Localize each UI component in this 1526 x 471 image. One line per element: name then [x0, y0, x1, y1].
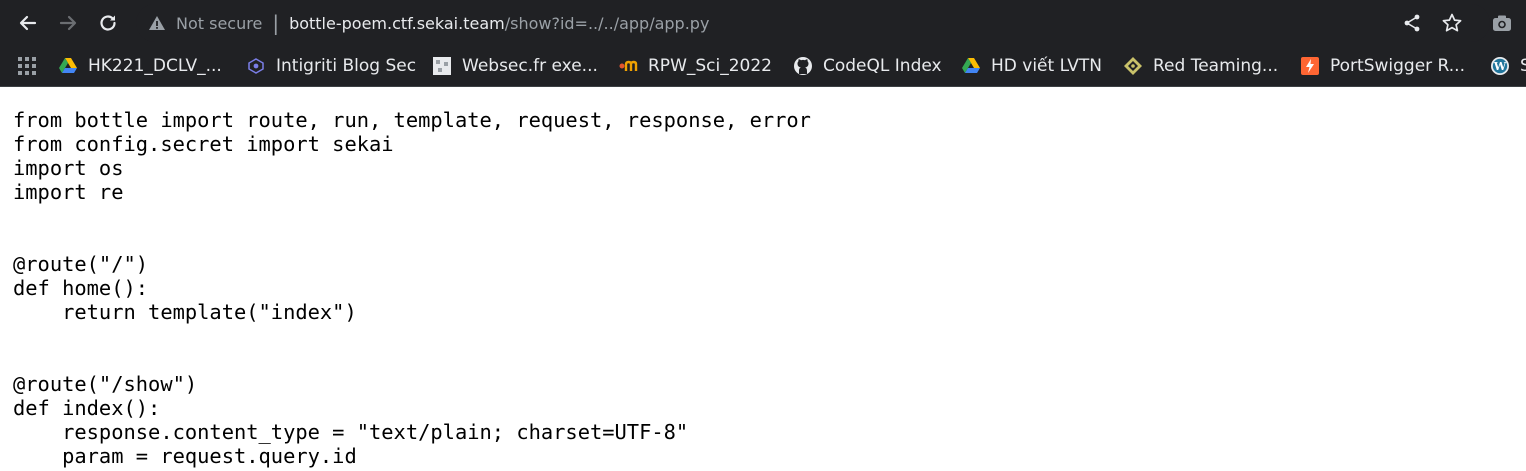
- code-line: return template("index"): [13, 300, 357, 324]
- bookmark-websec[interactable]: Websec.fr exe...: [432, 46, 598, 86]
- share-icon: [1404, 14, 1420, 32]
- bookmark-label: HK221_DCLV_...: [88, 56, 222, 76]
- bookmark-label: HD viết LVTN: [991, 56, 1102, 76]
- mendeley-icon: [618, 56, 638, 76]
- code-line: from bottle import route, run, template,…: [13, 108, 811, 132]
- back-button[interactable]: [14, 9, 42, 37]
- code-line: import os: [13, 156, 124, 180]
- github-icon: [793, 56, 813, 76]
- address-bar[interactable]: Not secure | bottle-poem.ctf.sekai.team /…: [136, 4, 1490, 42]
- diamond-icon: [1123, 56, 1143, 76]
- bookmark-label: Websec.fr exe...: [462, 56, 598, 76]
- url-path[interactable]: /show?id=../../app/app.py: [505, 14, 710, 33]
- bookmark-red-teaming[interactable]: Red Teaming...: [1123, 46, 1278, 86]
- page-content: from bottle import route, run, template,…: [13, 108, 1513, 468]
- star-icon: [1442, 13, 1462, 32]
- share-button[interactable]: [1398, 9, 1426, 37]
- reload-button[interactable]: [94, 9, 122, 37]
- bookmark-label: CodeQL Index: [823, 56, 942, 76]
- omnibox-divider: |: [272, 11, 280, 35]
- google-drive-icon: [58, 56, 78, 76]
- forward-button[interactable]: [54, 9, 82, 37]
- svg-text:W: W: [1493, 60, 1507, 73]
- google-drive-icon: [961, 56, 981, 76]
- bookmark-label: RPW_Sci_2022: [648, 56, 772, 76]
- code-line: from config.secret import sekai: [13, 132, 394, 156]
- bookmarks-bar: HK221_DCLV_... Intigriti Blog Sec Websec…: [0, 46, 1526, 87]
- bookmark-label: S: [1520, 56, 1526, 76]
- bookmark-label: PortSwigger R...: [1330, 56, 1465, 76]
- browser-toolbar: Not secure | bottle-poem.ctf.sekai.team /…: [0, 0, 1526, 46]
- portswigger-icon: [1300, 56, 1320, 76]
- camera-icon: [1493, 15, 1511, 31]
- bookmark-label: Red Teaming...: [1153, 56, 1279, 76]
- bookmark-hk221[interactable]: HK221_DCLV_...: [58, 46, 222, 86]
- bookmark-portswigger[interactable]: PortSwigger R...: [1300, 46, 1465, 86]
- bookmark-intigriti[interactable]: Intigriti Blog Sec: [246, 46, 416, 86]
- code-line: def index():: [13, 396, 161, 420]
- apps-grid-icon[interactable]: [18, 57, 36, 75]
- code-line: import re: [13, 180, 124, 204]
- bookmark-wordpress[interactable]: W S: [1490, 46, 1526, 86]
- code-line: @route("/"): [13, 252, 149, 276]
- bookmark-hd-viet[interactable]: HD viết LVTN: [961, 46, 1102, 86]
- arrow-right-icon: [59, 15, 77, 31]
- screenshot-extension-button[interactable]: [1488, 9, 1516, 37]
- warning-icon: [149, 16, 165, 30]
- url-host[interactable]: bottle-poem.ctf.sekai.team: [289, 14, 505, 33]
- wordpress-icon: W: [1490, 56, 1510, 76]
- bookmark-star-button[interactable]: [1438, 9, 1466, 37]
- code-line: response.content_type = "text/plain; cha…: [13, 420, 689, 444]
- bookmark-label: Intigriti Blog Sec: [276, 56, 417, 76]
- reload-icon: [100, 15, 116, 31]
- security-status-label[interactable]: Not secure: [176, 14, 262, 33]
- code-line: def home():: [13, 276, 149, 300]
- arrow-left-icon: [19, 15, 37, 31]
- bookmark-rpw[interactable]: RPW_Sci_2022: [618, 46, 772, 86]
- intigriti-icon: [246, 56, 266, 76]
- bookmark-codeql[interactable]: CodeQL Index: [793, 46, 942, 86]
- websec-icon: [432, 56, 452, 76]
- source-code-block: from bottle import route, run, template,…: [13, 108, 1513, 468]
- code-line: param = request.query.id: [13, 444, 357, 468]
- code-line: @route("/show"): [13, 372, 198, 396]
